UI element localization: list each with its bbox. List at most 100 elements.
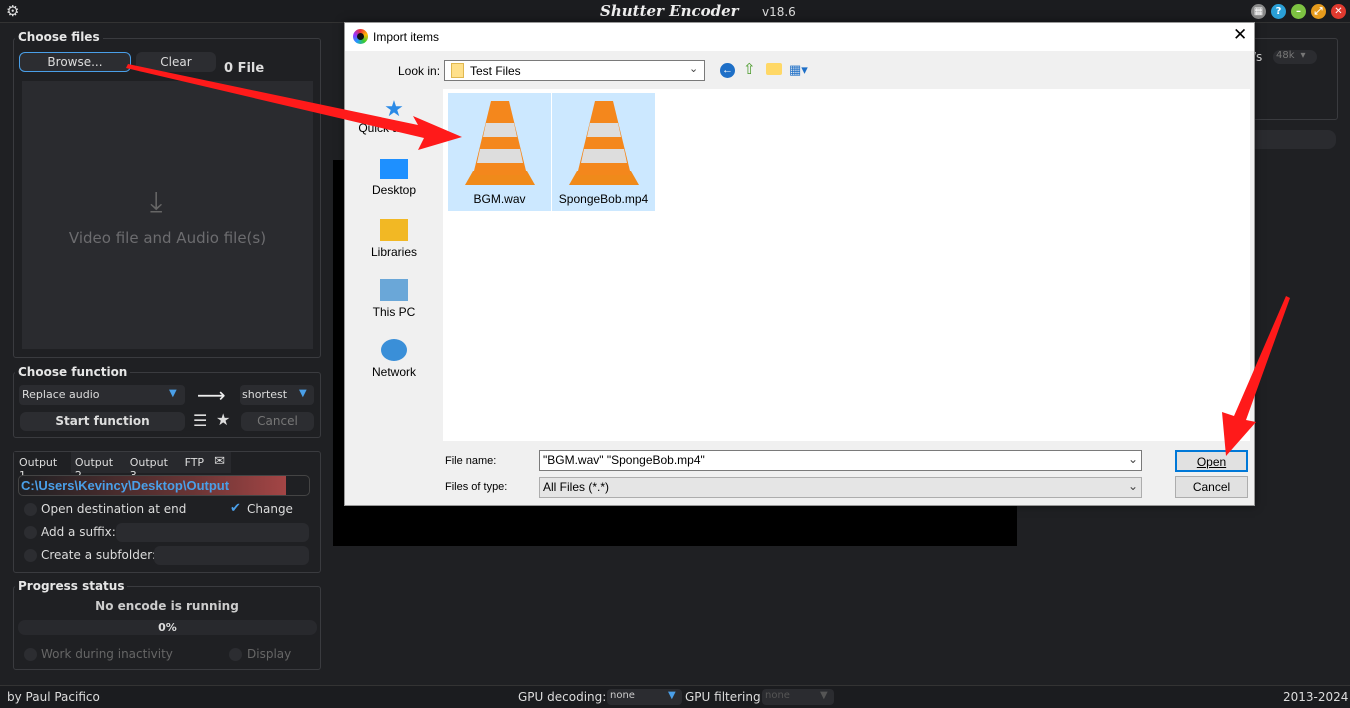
suffix-label: Add a suffix: [41,525,116,539]
file-name-value: "BGM.wav" "SpongeBob.mp4" [543,453,705,467]
file-type-label: Files of type: [445,481,508,493]
chevron-down-icon: ▼ [668,690,676,701]
clear-button[interactable]: Clear [136,52,216,72]
chevron-down-icon: ⌄ [689,63,699,75]
progress-title: Progress status [15,579,128,593]
progress-bar: 0% [18,620,317,635]
look-in-label: Look in: [398,64,441,78]
rate-select[interactable]: 48k ▾ [1273,50,1317,64]
view-menu-icon[interactable]: ▦▾ [789,62,808,78]
tab-output-2[interactable]: Output 2 [70,452,126,482]
up-folder-icon[interactable]: ⇧ [743,60,756,78]
settings-gear-icon[interactable]: ⚙ [6,2,19,20]
chevron-down-icon: ⌄ [1128,452,1139,466]
dialog-title: Import items [373,30,440,44]
output-path-field[interactable]: C:\Users\Kevincy\Desktop\Output [18,475,310,496]
output-path: C:\Users\Kevincy\Desktop\Output [21,478,230,493]
file-name: BGM.wav [473,192,526,206]
minimize-icon[interactable]: – [1291,4,1306,19]
file-drop-area[interactable]: ⤓ Video file and Audio file(s) [22,81,313,349]
place-label: Libraries [370,245,418,259]
import-dialog: Import items ✕ Look in: Test Files ⌄ ← ⇧… [344,22,1255,506]
gpu-decoding-label: GPU decoding: [518,690,607,704]
places-bar: ★ Quick access Desktop Libraries This PC … [348,89,440,441]
vlc-cone-icon [464,101,535,185]
choose-files-title: Choose files [15,30,103,44]
suffix-input[interactable] [116,523,309,542]
app-logo-icon [353,29,368,44]
tab-ftp[interactable]: FTP [180,452,209,473]
place-network[interactable]: Network [348,339,440,379]
file-name-label: File name: [445,455,497,467]
maximize-icon[interactable]: ⤢ [1311,4,1326,19]
work-inactivity-radio[interactable] [24,648,37,661]
place-label: Desktop [371,183,417,197]
look-in-value: Test Files [470,64,521,78]
open-destination-label: Open destination at end [41,502,187,516]
close-icon[interactable]: ✕ [1331,4,1346,19]
place-quick-access[interactable]: ★ Quick access [348,96,440,136]
change-label: Change [247,502,293,516]
open-destination-radio[interactable] [24,503,37,516]
app-title: Shutter Encoder [600,2,739,20]
email-icon[interactable]: ✉ [208,452,231,473]
place-this-pc[interactable]: This PC [348,279,440,319]
dialog-title-bar: Import items ✕ [345,23,1254,51]
display-radio[interactable] [229,648,242,661]
function-select[interactable]: Replace audio ▼ [19,385,185,405]
title-bar: ⚙ Shutter Encoder v18.6 ▦ ? – ⤢ ✕ [0,0,1350,23]
file-item[interactable]: BGM.wav [448,93,551,211]
place-desktop[interactable]: Desktop [348,159,440,197]
dialog-cancel-button[interactable]: Cancel [1175,476,1248,498]
vlc-cone-icon [568,101,639,185]
author-label: by Paul Pacifico [7,690,100,704]
rate-value: 48k [1276,50,1295,61]
chevron-down-icon: ▼ [169,388,177,399]
file-item[interactable]: SpongeBob.mp4 [552,93,655,211]
gpu-filtering-value: none [765,690,790,701]
output-tabs: Output 1 Output 2 Output 3 FTP ✉ [14,452,231,482]
gpu-decoding-value: none [610,690,635,701]
change-checkbox[interactable]: ✔ [230,501,241,516]
star-icon: ★ [384,96,404,121]
file-name-input[interactable]: "BGM.wav" "SpongeBob.mp4" ⌄ [539,450,1142,471]
gpu-filtering-select[interactable]: none ▼ [762,689,834,705]
cancel-function-button[interactable]: Cancel [241,412,314,431]
progress-status: No encode is running [95,599,239,613]
browse-button[interactable]: Browse... [19,52,131,72]
window-layout-icon[interactable]: ▦ [1251,4,1266,19]
open-button[interactable]: Open [1175,450,1248,472]
subfolder-label: Create a subfolder: [41,548,156,562]
file-count: 0 File [224,61,265,76]
mode-value: shortest [242,388,288,401]
back-icon[interactable]: ← [720,63,735,78]
desktop-icon [380,159,408,179]
drop-hint: Video file and Audio file(s) [68,229,267,247]
chevron-down-icon: ▼ [820,690,828,701]
star-icon[interactable]: ★ [216,410,230,429]
place-label: This PC [372,305,416,319]
work-inactivity-label: Work during inactivity [41,647,173,661]
subfolder-radio[interactable] [24,549,37,562]
look-in-select[interactable]: Test Files ⌄ [444,60,705,81]
file-type-select[interactable]: All Files (*.*) ⌄ [539,477,1142,498]
start-function-button[interactable]: Start function [20,412,185,431]
place-label: Quick access [358,121,430,135]
dialog-close-icon[interactable]: ✕ [1233,25,1247,45]
gpu-decoding-select[interactable]: none ▼ [607,689,682,705]
place-libraries[interactable]: Libraries [348,219,440,259]
chevron-down-icon: ▼ [299,388,307,399]
help-icon[interactable]: ? [1271,4,1286,19]
network-icon [381,339,407,361]
place-label: Network [371,365,416,379]
tab-output-1[interactable]: Output 1 [14,452,71,482]
menu-icon[interactable]: ☰ [193,411,207,430]
file-type-value: All Files (*.*) [543,480,610,494]
copyright-years: 2013-2024 [1283,690,1349,704]
new-folder-icon[interactable] [766,63,782,75]
tab-output-3[interactable]: Output 3 [125,452,181,482]
suffix-radio[interactable] [24,526,37,539]
arrow-right-icon: ⟶ [197,383,226,407]
mode-select[interactable]: shortest ▼ [240,385,314,405]
subfolder-input[interactable] [154,546,309,565]
